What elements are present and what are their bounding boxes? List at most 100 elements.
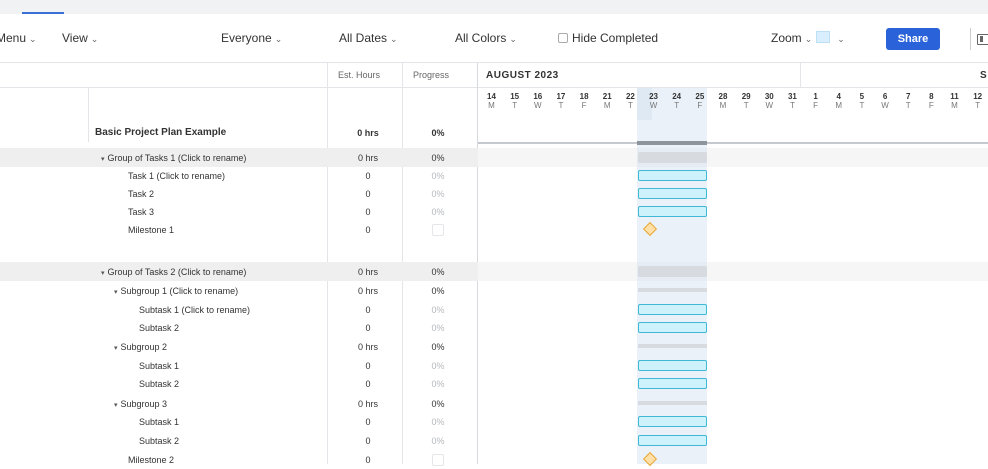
est-hours-value[interactable]: 0 hrs [348,267,388,277]
group-row-background [478,262,988,281]
subgroup-row[interactable]: ▾ Subgroup 2 0 hrs 0% [0,337,478,356]
milestone-row[interactable]: Milestone 20 [0,450,478,469]
task-name: Task 2 [128,189,154,199]
progress-value[interactable]: 0% [420,153,456,163]
progress-value[interactable]: 0% [420,361,456,371]
progress-value[interactable]: 0% [420,323,456,333]
task-bar[interactable] [638,170,707,181]
everyone-filter[interactable]: Everyone ⌄ [221,31,282,45]
collapse-caret-icon[interactable]: ▾ [114,345,118,352]
hide-completed-label: Hide Completed [572,31,659,45]
subtask-row[interactable]: Subtask 1 (Click to rename) 0 0% [0,300,478,319]
row-label: Task 3 [128,207,155,217]
timeline-day: 12 T [970,92,985,110]
chevron-down-icon: ⌄ [29,34,37,44]
row-label: Subtask 1 [139,417,180,427]
task-bar[interactable] [638,378,707,389]
collapse-caret-icon[interactable]: ▾ [114,289,118,296]
progress-value[interactable]: 0% [420,379,456,389]
timeline-days: 14 M 15 T 16 W 17 T 18 F 21 M 22 T 23 W 24 T 25 F 28 M 29 T 30 W 3… [478,88,988,120]
progress-value[interactable]: 0% [420,305,456,315]
subtask-row[interactable]: Subtask 2 0 0% [0,374,478,393]
est-hours-value[interactable]: 0 hrs [348,286,388,296]
day-number: 7 [905,92,911,101]
zoom-dropdown[interactable]: Zoom ⌄ ⌄ [771,31,845,45]
day-number: 17 [556,92,566,101]
task-bar[interactable] [638,304,707,315]
task-bar[interactable] [638,360,707,371]
collapse-caret-icon[interactable]: ▾ [101,270,105,277]
subgroup-summary-bar[interactable] [638,344,707,348]
task-row[interactable]: Task 1 (Click to rename) 0 0% [0,166,478,185]
est-hours-value[interactable]: 0 hrs [348,342,388,352]
est-hours-value[interactable]: 0 hrs [348,399,388,409]
subtask-row[interactable]: Subtask 1 0 0% [0,412,478,431]
hide-completed-toggle[interactable]: Hide Completed [558,31,658,45]
progress-value[interactable]: 0% [420,267,456,277]
task-row[interactable]: Task 3 0 0% [0,202,478,221]
progress-value[interactable]: 0% [420,417,456,427]
progress-value[interactable]: 0% [420,399,456,409]
progress-value[interactable]: 0% [420,342,456,352]
task-bar[interactable] [638,188,707,199]
group-row[interactable]: ▾ Group of Tasks 1 (Click to rename) 0 hrs… [0,148,478,167]
menu-dropdown[interactable]: Menu ⌄ [0,31,37,45]
chevron-down-icon: ⌄ [90,34,99,44]
est-hours-value[interactable]: 0 [348,379,388,389]
subtask-row[interactable]: Subtask 2 0 0% [0,431,478,450]
task-bar[interactable] [638,322,707,333]
progress-value[interactable]: 0% [420,189,456,199]
est-hours-value[interactable]: 0 [348,189,388,199]
est-hours-value[interactable]: 0 [348,417,388,427]
task-bar[interactable] [638,416,707,427]
collapse-caret-icon[interactable]: ▾ [101,156,105,163]
row-label: Milestone 1 [128,225,175,235]
milestone-row[interactable]: Milestone 1 0 [0,220,478,239]
day-number: 14 [487,92,496,101]
milestone-checkbox[interactable] [432,454,444,466]
group-row[interactable]: ▾ Group of Tasks 2 (Click to rename) 0 hrs… [0,262,478,281]
group-summary-bar[interactable] [638,266,707,277]
milestone-name: Milestone 1 [128,225,174,235]
subgroup-summary-bar[interactable] [638,401,707,405]
panel-toggle-button[interactable] [970,28,988,50]
day-letter: F [581,101,587,110]
group-summary-bar[interactable] [638,152,707,163]
progress-header[interactable]: Progress [413,70,449,80]
share-button[interactable]: Share [886,28,940,50]
top-tab-strip [0,0,988,14]
progress-value[interactable]: 0% [420,286,456,296]
est-hours-value[interactable]: 0 [348,225,388,235]
subgroup-name: ▾ Subgroup 1 (Click to rename) [114,286,238,296]
dates-filter[interactable]: All Dates ⌄ [339,31,398,45]
month-divider [800,63,801,87]
project-title-row[interactable]: Basic Project Plan Example 0 hrs 0% [0,123,478,142]
colors-filter[interactable]: All Colors ⌄ [455,31,517,45]
est-hours-value[interactable]: 0 [348,361,388,371]
subtask-row[interactable]: Subtask 1 0 0% [0,356,478,375]
est-hours-value[interactable]: 0 [348,323,388,333]
progress-value[interactable]: 0% [420,171,456,181]
est-hours-value[interactable]: 0 [348,207,388,217]
milestone-checkbox[interactable] [432,224,444,236]
est-hours-value[interactable]: 0 hrs [348,153,388,163]
est-hours-header[interactable]: Est. Hours [338,70,380,80]
subgroup-row[interactable]: ▾ Subgroup 3 0 hrs 0% [0,394,478,413]
est-hours-value[interactable]: 0 [348,305,388,315]
est-hours-value[interactable]: 0 [348,171,388,181]
timeline-day: 22 T [623,92,638,110]
row-label: Group of Tasks 2 (Click to rename) [107,267,247,277]
subtask-name: Subtask 2 [139,436,179,446]
est-hours-value[interactable]: 0 [348,436,388,446]
task-bar[interactable] [638,206,707,217]
progress-value[interactable]: 0% [420,436,456,446]
task-row[interactable]: Task 2 0 0% [0,184,478,203]
task-name: Task 1 (Click to rename) [128,171,225,181]
subgroup-row[interactable]: ▾ Subgroup 1 (Click to rename) 0 hrs 0% [0,281,478,300]
subtask-row[interactable]: Subtask 2 0 0% [0,318,478,337]
subgroup-summary-bar[interactable] [638,288,707,292]
progress-value[interactable]: 0% [420,207,456,217]
collapse-caret-icon[interactable]: ▾ [114,402,118,409]
view-dropdown[interactable]: View ⌄ [62,31,98,45]
task-bar[interactable] [638,435,707,446]
